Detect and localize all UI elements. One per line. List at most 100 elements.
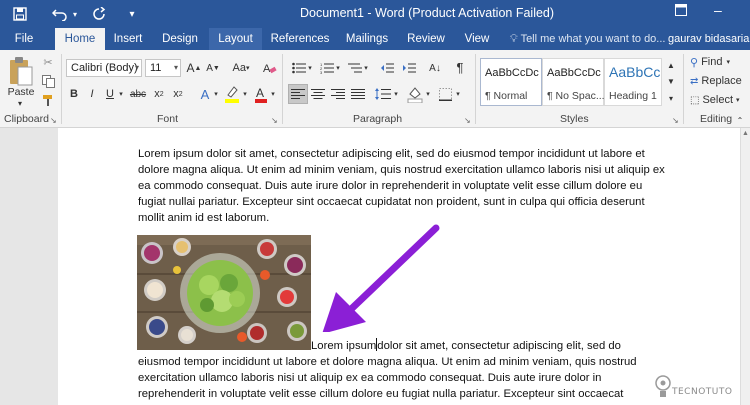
- tab-design[interactable]: Design: [157, 28, 203, 50]
- paragraph-2[interactable]: Lorem ipsumdolor sit amet, consectetur a…: [138, 338, 638, 402]
- line-spacing-icon[interactable]: [374, 86, 392, 102]
- shading-dropdown-icon[interactable]: ▾: [424, 86, 432, 102]
- group-divider: [683, 54, 684, 124]
- line-spacing-dropdown-icon[interactable]: ▾: [392, 86, 400, 102]
- show-formatting-marks-icon[interactable]: ¶: [452, 58, 468, 76]
- tab-file[interactable]: File: [8, 28, 40, 50]
- customize-qat-icon[interactable]: ▾: [125, 4, 139, 24]
- tab-references[interactable]: References: [268, 28, 332, 50]
- watermark-logo-icon: [655, 375, 671, 397]
- salad-photo[interactable]: [137, 235, 311, 350]
- font-name-combo[interactable]: Calibri (Body) ▾: [66, 59, 142, 77]
- tab-insert[interactable]: Insert: [107, 28, 149, 50]
- subscript-icon[interactable]: x2: [151, 86, 167, 102]
- numbering-dropdown-icon[interactable]: ▾: [334, 60, 342, 76]
- change-case-button[interactable]: Aa ▾: [229, 60, 253, 76]
- underline-icon[interactable]: U: [103, 86, 117, 102]
- tab-view[interactable]: View: [459, 28, 495, 50]
- undo-dropdown-icon[interactable]: ▾: [70, 4, 80, 24]
- clear-formatting-icon[interactable]: A: [262, 60, 278, 76]
- select-button[interactable]: ⬚ Select ▾: [690, 92, 748, 108]
- font-size-combo[interactable]: 11 ▾: [145, 59, 181, 77]
- cut-icon[interactable]: ✂: [40, 54, 56, 70]
- tell-me-search[interactable]: 💡︎ Tell me what you want to do...: [510, 28, 665, 50]
- styles-scroll-up-icon[interactable]: ▲: [665, 58, 677, 72]
- styles-scroll-down-icon[interactable]: ▼: [665, 74, 677, 88]
- replace-icon: ⇄: [690, 75, 699, 87]
- lightbulb-icon: 💡︎: [510, 33, 518, 45]
- multilevel-dropdown-icon[interactable]: ▾: [362, 60, 370, 76]
- style-heading-1-sample: AaBbCc: [609, 64, 661, 80]
- paragraph-launcher-icon[interactable]: ↘: [464, 116, 471, 125]
- underline-dropdown-icon[interactable]: ▾: [117, 86, 125, 102]
- strikethrough-icon[interactable]: abc: [130, 86, 146, 102]
- sort-icon[interactable]: A↓: [427, 60, 443, 76]
- font-color-dropdown-icon[interactable]: ▾: [269, 86, 277, 102]
- shading-icon[interactable]: [406, 84, 424, 104]
- user-name[interactable]: gaurav bidasaria: [668, 28, 749, 50]
- style-normal-sample: AaBbCcDc: [485, 67, 539, 79]
- ribbon-home: Paste ▾ ✂ Clipboard ↘ Calibri (Body) ▾ 1…: [0, 50, 750, 128]
- find-button[interactable]: ⚲ Find ▾: [690, 54, 746, 70]
- document-page[interactable]: Lorem ipsum dolor sit amet, consectetur …: [58, 128, 740, 405]
- bold-icon[interactable]: B: [67, 86, 81, 102]
- shrink-font-button[interactable]: A ▼: [205, 60, 221, 76]
- highlight-dropdown-icon[interactable]: ▾: [241, 86, 249, 102]
- collapse-ribbon-icon[interactable]: ⌃: [735, 114, 745, 126]
- clipboard-group-label: Clipboard: [4, 113, 49, 125]
- bullets-dropdown-icon[interactable]: ▾: [306, 60, 314, 76]
- styles-group-label: Styles: [560, 113, 589, 125]
- ribbon-display-options-icon[interactable]: [675, 4, 687, 19]
- paste-button[interactable]: Paste: [6, 85, 36, 99]
- annotation-arrow: [322, 224, 440, 332]
- clipboard-launcher-icon[interactable]: ↘: [50, 116, 57, 125]
- decrease-indent-icon[interactable]: [378, 60, 396, 76]
- style-normal[interactable]: AaBbCcDc ¶ Normal: [480, 58, 542, 106]
- find-dropdown-icon: ▾: [726, 59, 730, 66]
- tab-layout[interactable]: Layout: [209, 28, 262, 50]
- align-left-icon[interactable]: [288, 84, 308, 104]
- paragraph-1[interactable]: Lorem ipsum dolor sit amet, consectetur …: [138, 146, 668, 226]
- text-effects-dropdown-icon[interactable]: ▾: [212, 86, 220, 102]
- svg-text:A: A: [263, 63, 271, 75]
- text-effects-icon[interactable]: A: [197, 86, 213, 102]
- style-normal-label: ¶ Normal: [485, 90, 528, 102]
- vertical-scrollbar[interactable]: ▲: [740, 128, 750, 405]
- style-heading-1[interactable]: AaBbCc Heading 1: [604, 58, 662, 106]
- styles-launcher-icon[interactable]: ↘: [672, 116, 679, 125]
- borders-dropdown-icon[interactable]: ▾: [454, 86, 462, 102]
- scroll-up-icon[interactable]: ▲: [742, 130, 749, 137]
- tab-home[interactable]: Home: [55, 28, 105, 50]
- group-divider: [475, 54, 476, 124]
- align-right-icon[interactable]: [329, 86, 347, 102]
- styles-more-icon[interactable]: ▾: [665, 90, 677, 106]
- grow-font-button[interactable]: A ▲: [186, 60, 202, 76]
- align-center-icon[interactable]: [309, 86, 327, 102]
- grow-font-label: A: [186, 61, 195, 75]
- replace-button[interactable]: ⇄ Replace: [690, 73, 748, 89]
- save-icon[interactable]: [10, 4, 30, 24]
- copy-icon[interactable]: [40, 73, 56, 89]
- format-painter-icon[interactable]: [40, 92, 56, 108]
- font-color-icon[interactable]: A: [253, 84, 269, 104]
- redo-icon[interactable]: [89, 4, 109, 24]
- style-no-spacing-label: ¶ No Spac...: [547, 90, 605, 102]
- style-no-spacing[interactable]: AaBbCcDc ¶ No Spac...: [542, 58, 605, 106]
- borders-icon[interactable]: [436, 86, 454, 102]
- font-launcher-icon[interactable]: ↘: [271, 116, 278, 125]
- increase-indent-icon[interactable]: [400, 60, 418, 76]
- font-size-dropdown-icon: ▾: [173, 63, 178, 72]
- tab-review[interactable]: Review: [403, 28, 449, 50]
- highlight-color-icon[interactable]: [223, 84, 241, 104]
- paste-icon[interactable]: [6, 54, 36, 88]
- paste-dropdown-icon[interactable]: ▾: [14, 98, 26, 108]
- editing-group-label: Editing: [700, 113, 733, 125]
- select-dropdown-icon: ▾: [736, 97, 740, 104]
- superscript-icon[interactable]: x2: [170, 86, 186, 102]
- italic-icon[interactable]: I: [85, 86, 99, 102]
- minimize-icon[interactable]: –: [714, 2, 722, 18]
- justify-icon[interactable]: [349, 86, 367, 102]
- undo-icon[interactable]: [50, 4, 70, 24]
- tab-mailings[interactable]: Mailings: [340, 28, 394, 50]
- select-icon: ⬚: [690, 94, 700, 106]
